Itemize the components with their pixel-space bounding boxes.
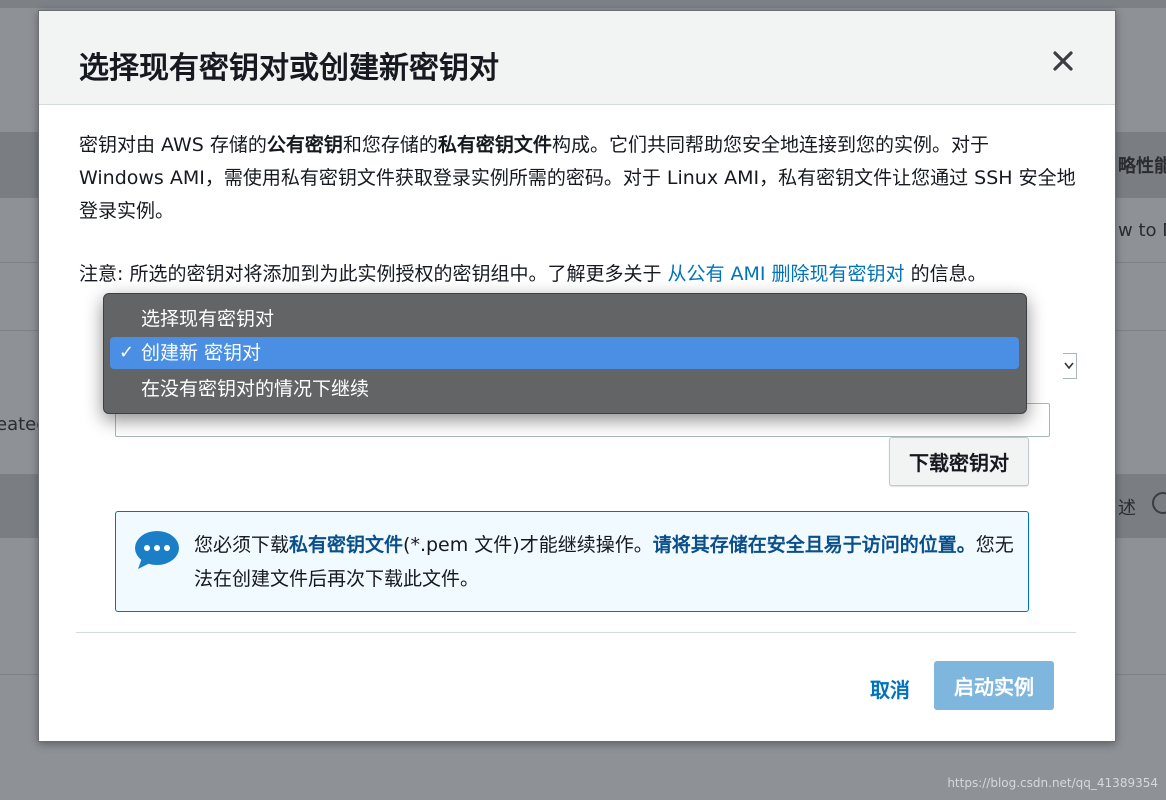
modal-title: 选择现有密钥对或创建新密钥对 xyxy=(79,51,499,86)
cancel-link[interactable]: 取消 xyxy=(870,674,910,703)
background-top-bar xyxy=(0,0,1166,8)
note-text: 注意: 所选的密钥对将添加到为此实例授权的密钥组中。了解更多关于 xyxy=(79,263,668,285)
dropdown-option-choose-existing[interactable]: 选择现有密钥对 xyxy=(110,303,1019,335)
alert-text: (*.pem 文件)才能继续操作。 xyxy=(403,534,653,556)
option-label: 选择现有密钥对 xyxy=(141,308,275,330)
close-button[interactable] xyxy=(1045,43,1081,79)
intro-text: 密钥对由 AWS 存储的 xyxy=(79,134,267,156)
alert-message: 您必须下载私有密钥文件(*.pem 文件)才能继续操作。请将其存储在安全且易于访… xyxy=(194,528,1014,596)
key-pair-dropdown: 选择现有密钥对 ✓ 创建新 密钥对 在没有密钥对的情况下继续 xyxy=(103,293,1027,414)
note-text: 的信息。 xyxy=(904,263,987,285)
remove-key-pair-link[interactable]: 从公有 AMI 删除现有密钥对 xyxy=(667,263,904,285)
background-column-header: 略性能 xyxy=(1118,156,1166,177)
info-alert: 您必须下载私有密钥文件(*.pem 文件)才能继续操作。请将其存储在安全且易于访… xyxy=(115,511,1029,612)
option-label: 创建新 密钥对 xyxy=(141,342,262,364)
intro-bold-public-key: 公有密钥 xyxy=(266,134,343,156)
chat-bubble-icon xyxy=(135,531,179,569)
footer-divider xyxy=(76,632,1076,633)
dropdown-option-proceed-without[interactable]: 在没有密钥对的情况下继续 xyxy=(110,373,1019,405)
alert-bold-text: 私有密钥文件 xyxy=(289,534,404,556)
launch-instance-button[interactable]: 启动实例 xyxy=(934,661,1054,710)
background-cell-text: w to M xyxy=(1118,220,1166,241)
close-icon xyxy=(1053,51,1073,71)
dropdown-option-create-new[interactable]: ✓ 创建新 密钥对 xyxy=(110,337,1019,369)
watermark: https://blog.csdn.net/qq_41389354 xyxy=(947,776,1158,790)
option-label: 在没有密钥对的情况下继续 xyxy=(141,378,370,400)
note-paragraph: 注意: 所选的密钥对将添加到为此实例授权的密钥组中。了解更多关于 从公有 AMI… xyxy=(79,258,1079,291)
download-key-pair-button[interactable]: 下载密钥对 xyxy=(889,437,1029,486)
intro-paragraph: 密钥对由 AWS 存储的公有密钥和您存储的私有密钥文件构成。它们共同帮助您安全地… xyxy=(79,129,1079,228)
intro-text: 和您存储的 xyxy=(342,134,438,156)
modal-header: 选择现有密钥对或创建新密钥对 xyxy=(39,11,1115,105)
alert-text: 您必须下载 xyxy=(194,534,290,556)
alert-bold-text: 请将其存储在安全且易于访问的位置。 xyxy=(652,534,976,556)
chevron-down-icon xyxy=(1064,362,1074,370)
checkmark-icon: ✓ xyxy=(119,342,135,363)
intro-bold-private-key: 私有密钥文件 xyxy=(437,134,552,156)
background-label: 述 xyxy=(1118,498,1136,519)
key-pair-select[interactable] xyxy=(1063,353,1077,379)
